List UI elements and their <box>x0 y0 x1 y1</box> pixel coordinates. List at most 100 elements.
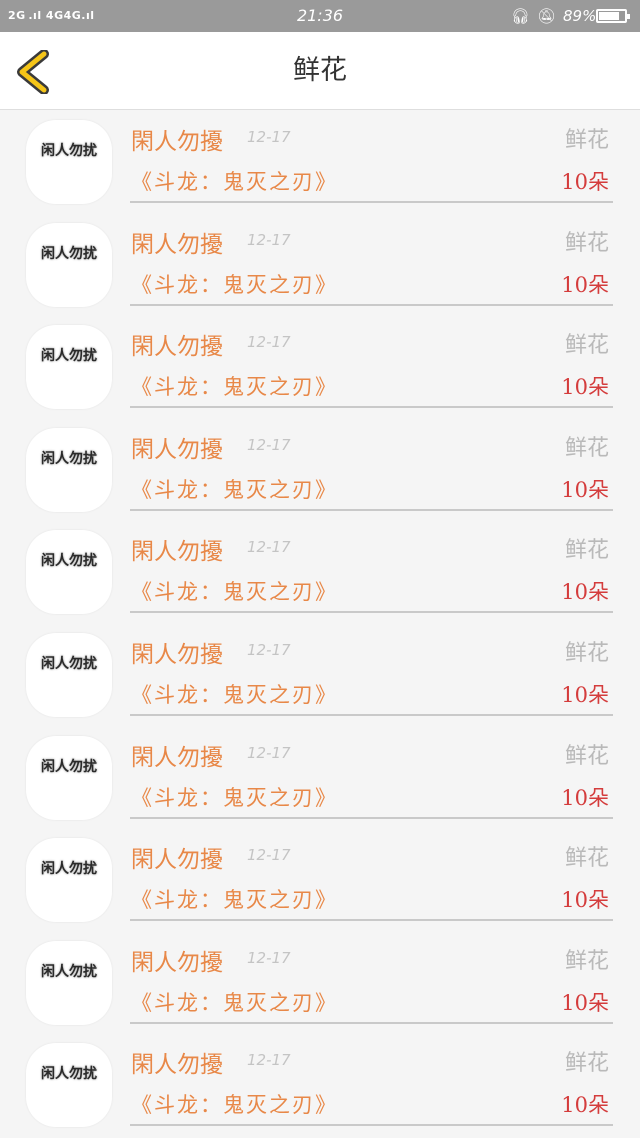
record-date: 12-17 <box>247 538 291 557</box>
gift-type: 鲜花 <box>564 230 609 256</box>
gift-type: 鲜花 <box>564 743 609 769</box>
avatar[interactable]: 闲人勿扰 <box>26 427 112 512</box>
user-name: 閑人勿擾 <box>131 847 223 874</box>
avatar-text: 闲人勿扰 <box>41 1066 97 1083</box>
avatar[interactable]: 闲人勿扰 <box>26 838 112 923</box>
list-item[interactable]: 闲人勿扰 閑人勿擾 12-17 鲜花《斗龙：鬼灭之刃》 10朵 <box>0 520 640 623</box>
avatar-text: 闲人勿扰 <box>41 963 97 980</box>
avatar-text: 闲人勿扰 <box>41 450 97 467</box>
battery-icon <box>596 9 630 23</box>
work-title: 《斗龙：鬼灭之刃》 <box>131 272 338 297</box>
headset-icon: 🎧︎ <box>511 7 531 25</box>
list-item[interactable]: 闲人勿扰 閑人勿擾 12-17 鲜花《斗龙：鬼灭之刃》 10朵 <box>0 726 640 829</box>
list-item[interactable]: 闲人勿扰 閑人勿擾 12-17 鲜花《斗龙：鬼灭之刃》 10朵 <box>0 110 640 213</box>
gift-count: 10朵 <box>561 1093 609 1118</box>
work-title: 《斗龙：鬼灭之刃》 <box>131 375 338 400</box>
header-bar: 鲜花 <box>0 32 640 110</box>
list-item[interactable]: 闲人勿扰 閑人勿擾 12-17 鲜花《斗龙：鬼灭之刃》 10朵 <box>0 931 640 1034</box>
record-date: 12-17 <box>247 846 291 865</box>
record-date: 12-17 <box>247 333 291 352</box>
avatar-text: 闲人勿扰 <box>41 655 97 672</box>
gift-count: 10朵 <box>561 785 609 810</box>
work-title: 《斗龙：鬼灭之刃》 <box>131 682 338 707</box>
user-name: 閑人勿擾 <box>131 744 223 771</box>
gift-count: 10朵 <box>561 888 609 913</box>
user-name: 閑人勿擾 <box>131 334 223 361</box>
divider <box>130 201 613 203</box>
gift-count: 10朵 <box>561 375 609 400</box>
avatar[interactable]: 闲人勿扰 <box>26 940 112 1025</box>
page-title: 鲜花 <box>293 55 347 86</box>
divider <box>130 1021 613 1024</box>
list-item[interactable]: 闲人勿扰 閑人勿擾 12-17 鲜花《斗龙：鬼灭之刃》 10朵 <box>0 623 640 726</box>
divider <box>130 713 613 716</box>
user-name: 閑人勿擾 <box>131 231 223 258</box>
avatar[interactable]: 闲人勿扰 <box>26 1043 112 1128</box>
user-name: 閑人勿擾 <box>131 539 223 566</box>
record-date: 12-17 <box>247 743 291 762</box>
avatar-text: 闲人勿扰 <box>41 143 97 159</box>
gift-type: 鲜花 <box>564 538 609 564</box>
record-date: 12-17 <box>247 230 291 249</box>
gift-type: 鲜花 <box>564 128 609 153</box>
user-name: 閑人勿擾 <box>131 641 223 668</box>
gift-count: 10朵 <box>561 990 609 1015</box>
record-date: 12-17 <box>247 640 291 659</box>
divider <box>130 611 613 614</box>
work-title: 《斗龙：鬼灭之刃》 <box>131 170 338 194</box>
battery-fill <box>599 12 619 20</box>
gift-count: 10朵 <box>561 682 609 707</box>
user-name: 閑人勿擾 <box>131 1052 223 1079</box>
avatar[interactable]: 闲人勿扰 <box>26 735 112 820</box>
work-title: 《斗龙：鬼灭之刃》 <box>131 785 338 810</box>
work-title: 《斗龙：鬼灭之刃》 <box>131 990 338 1015</box>
work-title: 《斗龙：鬼灭之刃》 <box>131 1093 338 1118</box>
gift-type: 鲜花 <box>564 1051 609 1077</box>
gift-type: 鲜花 <box>564 333 609 359</box>
avatar[interactable]: 闲人勿扰 <box>26 222 112 307</box>
list-item[interactable]: 闲人勿扰 閑人勿擾 12-17 鲜花《斗龙：鬼灭之刃》 10朵 <box>0 315 640 418</box>
avatar[interactable]: 闲人勿扰 <box>26 120 112 204</box>
gift-type: 鲜花 <box>564 948 609 974</box>
gift-type: 鲜花 <box>564 846 609 872</box>
bell-muted-icon: 🔕︎ <box>537 7 557 25</box>
list-item[interactable]: 闲人勿扰 閑人勿擾 12-17 鲜花《斗龙：鬼灭之刃》 10朵 <box>0 828 640 931</box>
work-title: 《斗龙：鬼灭之刃》 <box>131 888 338 913</box>
work-title: 《斗龙：鬼灭之刃》 <box>131 477 338 502</box>
gift-count: 10朵 <box>561 170 609 194</box>
list-item[interactable]: 闲人勿扰 閑人勿擾 12-17 鲜花《斗龙：鬼灭之刃》 10朵 <box>0 1033 640 1136</box>
avatar[interactable]: 闲人勿扰 <box>26 325 112 410</box>
record-date: 12-17 <box>247 128 291 146</box>
divider <box>130 406 613 409</box>
avatar-text: 闲人勿扰 <box>41 245 97 262</box>
list-item[interactable]: 闲人勿扰 閑人勿擾 12-17 鲜花《斗龙：鬼灭之刃》 10朵 <box>0 418 640 521</box>
divider <box>130 508 613 511</box>
battery-percent: 89% <box>563 7 597 25</box>
gift-count: 10朵 <box>561 477 609 502</box>
gift-record-list: 闲人勿扰 閑人勿擾 12-17 鲜花 《斗龙：鬼灭之刃》 10朵 闲人勿扰 閑人勿擾 12-17… <box>0 110 640 1136</box>
gift-count: 10朵 <box>561 272 609 297</box>
battery-cap <box>627 14 630 19</box>
list-item[interactable]: 闲人勿扰 閑人勿擾 12-17 鲜花《斗龙：鬼灭之刃》 10朵 <box>0 213 640 316</box>
avatar-text: 闲人勿扰 <box>41 348 97 365</box>
user-name: 閑人勿擾 <box>131 129 223 155</box>
gift-type: 鲜花 <box>564 640 609 666</box>
user-name: 閑人勿擾 <box>131 436 223 463</box>
work-title: 《斗龙：鬼灭之刃》 <box>131 580 338 605</box>
status-bar: 2G .ıl 4G4G.ıl 21:36 🎧︎ 🔕︎ 89% <box>0 0 640 32</box>
avatar-text: 闲人勿扰 <box>41 553 97 570</box>
divider <box>130 303 613 306</box>
avatar[interactable]: 闲人勿扰 <box>26 632 112 717</box>
divider <box>130 816 613 819</box>
record-date: 12-17 <box>247 948 291 967</box>
divider <box>130 919 613 922</box>
record-date: 12-17 <box>247 1051 291 1070</box>
avatar[interactable]: 闲人勿扰 <box>26 530 112 615</box>
avatar-text: 闲人勿扰 <box>41 758 97 775</box>
divider <box>130 1124 613 1127</box>
user-name: 閑人勿擾 <box>131 949 223 976</box>
gift-type: 鲜花 <box>564 435 609 461</box>
avatar-text: 闲人勿扰 <box>41 861 97 878</box>
gift-count: 10朵 <box>561 580 609 605</box>
record-date: 12-17 <box>247 435 291 454</box>
